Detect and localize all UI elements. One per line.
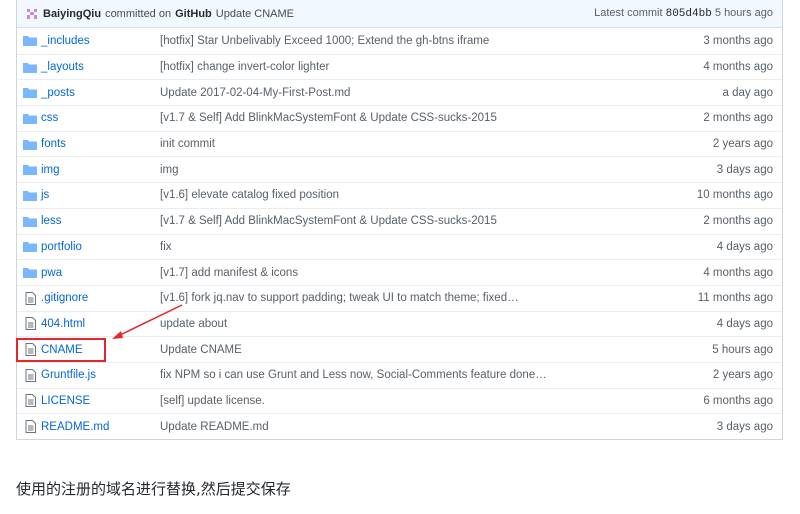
annotation-arrow-icon [112, 304, 183, 339]
caption-text: 使用的注册的域名进行替换,然后提交保存 [16, 480, 291, 498]
